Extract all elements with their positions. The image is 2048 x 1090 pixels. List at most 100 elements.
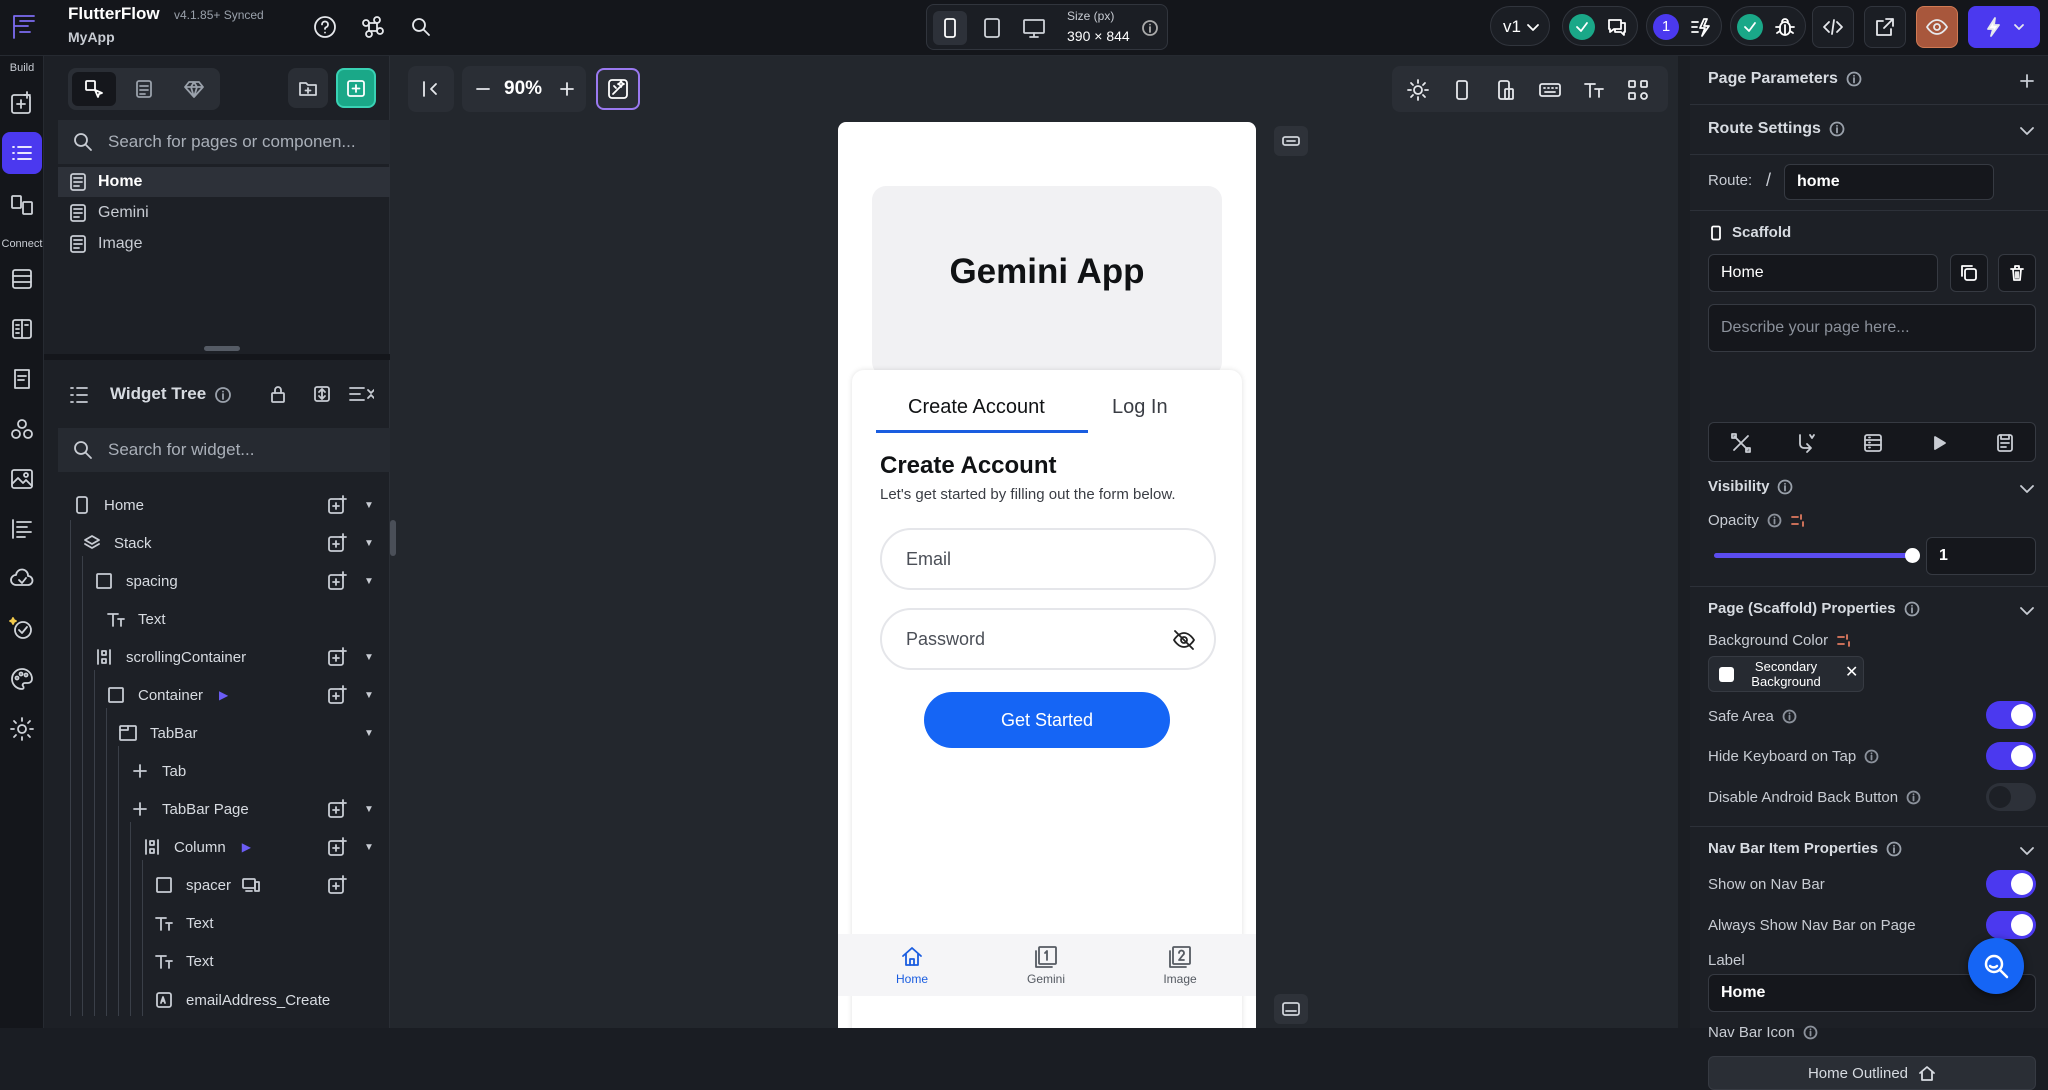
page-item-gemini[interactable]: Gemini	[58, 198, 390, 228]
info-icon[interactable]	[1886, 841, 1902, 857]
nav-icon-picker[interactable]: Home Outlined	[1708, 1056, 2036, 1090]
duplicate-page-button[interactable]	[1950, 254, 1988, 292]
responsive-icon[interactable]	[1494, 78, 1518, 102]
hide-keyboard-toggle[interactable]	[1986, 742, 2036, 770]
help-search-fab[interactable]	[1968, 938, 2024, 994]
tree-row[interactable]: Text	[106, 601, 166, 637]
text-scale-icon[interactable]	[1582, 78, 1606, 102]
run-button[interactable]	[1968, 6, 2040, 48]
pages-tab[interactable]	[72, 72, 116, 106]
info-icon[interactable]	[1864, 749, 1879, 764]
tab-log-in[interactable]: Log In	[1112, 396, 1168, 419]
tree-row[interactable]: Column ▶	[142, 829, 251, 865]
chevron-down-icon[interactable]	[2018, 480, 2036, 498]
tree-row[interactable]: spacing	[94, 563, 178, 599]
zoom-in-icon[interactable]	[556, 78, 578, 100]
add-child-icon[interactable]	[326, 874, 348, 896]
password-field[interactable]: Password	[880, 608, 1216, 670]
hero-title[interactable]: Gemini App	[872, 252, 1222, 292]
add-child-icon[interactable]	[326, 532, 348, 554]
zoom-value[interactable]: 90%	[504, 78, 542, 100]
hero-container[interactable]: Gemini App	[872, 186, 1222, 376]
page-search-field[interactable]: Search for pages or componen...	[58, 120, 390, 164]
nav-item-gemini[interactable]: Gemini	[1006, 944, 1086, 986]
panel-resize-handle[interactable]	[204, 346, 240, 351]
add-child-icon[interactable]	[326, 494, 348, 516]
add-child-icon[interactable]	[326, 684, 348, 706]
components-tab[interactable]	[122, 72, 166, 106]
tree-row[interactable]: Stack	[82, 525, 152, 561]
delete-page-button[interactable]	[1998, 254, 2036, 292]
info-icon[interactable]	[1803, 1025, 1818, 1040]
canvas-scrollbar[interactable]	[1678, 56, 1690, 1028]
form-subtitle[interactable]: Let's get started by filling out the for…	[880, 486, 1176, 503]
info-icon[interactable]	[214, 386, 232, 404]
page-item-image[interactable]: Image	[58, 229, 390, 259]
chevron-down-icon[interactable]	[2018, 602, 2036, 620]
caret-down-icon[interactable]: ▼	[364, 500, 374, 511]
light-mode-icon[interactable]	[1406, 78, 1430, 102]
phone-preview[interactable]: Gemini App Create Account Log In Create …	[838, 122, 1256, 1028]
info-icon[interactable]	[1782, 709, 1797, 724]
scaffold-name-input[interactable]: Home	[1708, 254, 1938, 292]
phone-frame-icon[interactable]	[1450, 78, 1474, 102]
show-on-nav-toggle[interactable]	[1986, 870, 2036, 898]
panel-scrollbar[interactable]	[390, 520, 396, 556]
cloud-deploy-icon[interactable]	[9, 566, 35, 592]
eye-off-icon[interactable]	[1172, 628, 1196, 652]
toggle-bottom-panel-button[interactable]	[1274, 994, 1308, 1024]
page-selector-icon[interactable]	[2, 132, 42, 174]
add-child-icon[interactable]	[326, 570, 348, 592]
tree-row[interactable]: Container ▶	[106, 677, 228, 713]
get-started-button[interactable]: Get Started	[924, 692, 1170, 748]
version-selector[interactable]: v1	[1490, 6, 1550, 46]
comments-icon[interactable]	[1605, 15, 1629, 39]
caret-down-icon[interactable]: ▼	[364, 576, 374, 587]
new-folder-button[interactable]	[288, 68, 328, 108]
tree-row[interactable]: Tab	[130, 753, 186, 789]
expand-collapse-icon[interactable]	[312, 384, 332, 404]
add-page-button[interactable]	[336, 68, 376, 108]
keyboard-icon[interactable]	[1538, 78, 1562, 102]
backend-query-icon[interactable]	[1861, 431, 1885, 455]
toggle-frame-button[interactable]	[1274, 126, 1308, 156]
tree-options-icon[interactable]	[348, 384, 374, 404]
auth-card[interactable]: Create Account Log In Create Account Let…	[852, 370, 1242, 1028]
info-icon[interactable]	[1846, 71, 1862, 87]
add-child-icon[interactable]	[326, 646, 348, 668]
actions-icon[interactable]	[1795, 431, 1819, 455]
lightning-list-icon[interactable]	[1689, 15, 1713, 39]
variable-binding-icon[interactable]	[1836, 633, 1851, 648]
always-show-nav-toggle[interactable]	[1986, 911, 2036, 939]
scaffold-properties-header[interactable]: Page (Scaffold) Properties	[1708, 600, 1920, 617]
code-view-button[interactable]	[1812, 6, 1854, 48]
tree-row[interactable]: Text	[154, 943, 214, 979]
page-state-icon[interactable]	[1993, 431, 2017, 455]
info-icon[interactable]	[1829, 121, 1845, 137]
chevron-down-icon[interactable]	[2018, 842, 2036, 860]
tree-row[interactable]: Text	[154, 905, 214, 941]
nav-bar-properties-header[interactable]: Nav Bar Item Properties	[1708, 840, 1902, 857]
desktop-device-button[interactable]	[1017, 11, 1051, 45]
tab-create-account[interactable]: Create Account	[908, 396, 1045, 419]
search-icon[interactable]	[408, 14, 434, 40]
add-child-icon[interactable]	[326, 836, 348, 858]
flutterflow-logo-icon[interactable]	[10, 12, 38, 42]
opacity-input[interactable]: 1	[1926, 537, 2036, 575]
disable-back-toggle[interactable]	[1986, 783, 2036, 811]
play-icon[interactable]	[1927, 431, 1951, 455]
database-icon[interactable]	[9, 266, 35, 292]
command-palette-icon[interactable]	[360, 14, 386, 40]
canvas-settings-icon[interactable]	[1626, 78, 1650, 102]
tablet-device-button[interactable]	[975, 11, 1009, 45]
clear-icon[interactable]: ✕	[1845, 665, 1858, 681]
project-name[interactable]: MyApp	[68, 29, 115, 45]
caret-down-icon[interactable]: ▼	[364, 538, 374, 549]
page-parameters-header[interactable]: Page Parameters	[1708, 70, 1862, 88]
page-item-home[interactable]: Home	[58, 167, 390, 197]
nav-item-image[interactable]: Image	[1140, 944, 1220, 986]
settings-gear-icon[interactable]	[9, 716, 35, 742]
help-icon[interactable]	[312, 14, 338, 40]
caret-down-icon[interactable]: ▼	[364, 728, 374, 739]
tests-icon[interactable]	[9, 616, 35, 642]
